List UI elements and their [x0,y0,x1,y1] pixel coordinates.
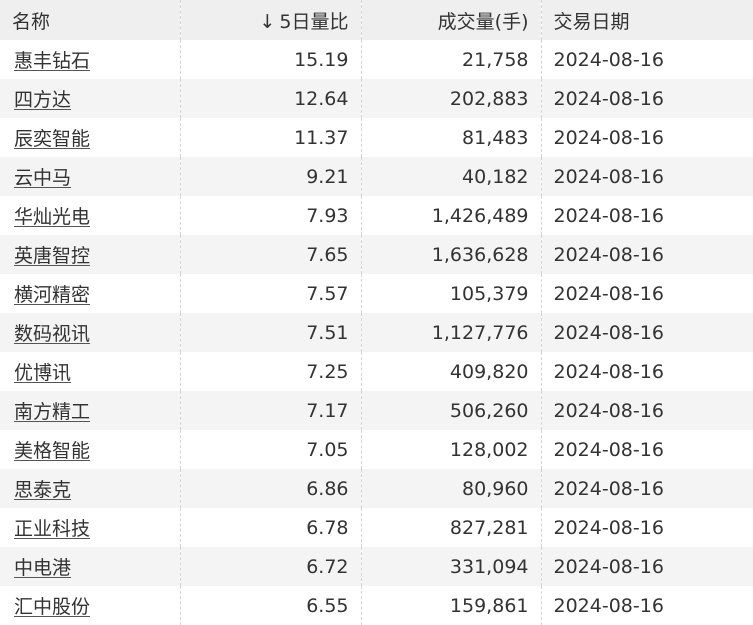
stock-name-link[interactable]: 横河精密 [14,284,90,306]
date-cell: 2024-08-16 [553,438,664,461]
volume-cell: 21,758 [361,40,542,79]
volume-ratio-cell: 7.05 [180,430,362,469]
table-row: 南方精工 7.17 506,260 2024-08-16 [0,391,753,430]
stock-name-link[interactable]: 四方达 [14,89,71,111]
volume-ratio-cell: 6.86 [180,469,362,508]
table-row: 横河精密 7.57 105,379 2024-08-16 [0,274,753,313]
table-row: 汇中股份 6.55 159,861 2024-08-16 [0,586,753,625]
stock-name-link[interactable]: 云中马 [14,167,71,189]
volume-ratio-cell: 6.72 [180,547,362,586]
volume-cell: 827,281 [361,508,542,547]
table-header: 名称 ↓ 5日量比 成交量(手) 交易日期 [0,0,753,40]
stock-name-link[interactable]: 美格智能 [14,440,90,462]
volume-ratio-cell: 6.78 [180,508,362,547]
stock-name-link[interactable]: 正业科技 [14,518,90,540]
date-cell: 2024-08-16 [553,399,664,422]
volume-cell: 80,960 [361,469,542,508]
volume-cell: 202,883 [361,79,542,118]
volume-cell: 1,426,489 [361,196,542,235]
table-row: 美格智能 7.05 128,002 2024-08-16 [0,430,753,469]
volume-ratio-cell: 7.51 [180,313,362,352]
volume-cell: 159,861 [361,586,542,625]
volume-ratio-cell: 12.64 [180,79,362,118]
date-cell: 2024-08-16 [553,204,664,227]
volume-cell: 409,820 [361,352,542,391]
stock-name-link[interactable]: 优博讯 [14,362,71,384]
stock-name-link[interactable]: 华灿光电 [14,206,90,228]
date-cell: 2024-08-16 [553,477,664,500]
table-row: 优博讯 7.25 409,820 2024-08-16 [0,352,753,391]
header-volume[interactable]: 成交量(手) [361,0,542,40]
stock-name-link[interactable]: 思泰克 [14,479,71,501]
volume-cell: 331,094 [361,547,542,586]
date-cell: 2024-08-16 [553,594,664,617]
volume-cell: 506,260 [361,391,542,430]
table-row: 思泰克 6.86 80,960 2024-08-16 [0,469,753,508]
volume-ratio-cell: 7.57 [180,274,362,313]
table-row: 辰奕智能 11.37 81,483 2024-08-16 [0,118,753,157]
date-cell: 2024-08-16 [553,516,664,539]
table-body: 惠丰钻石 15.19 21,758 2024-08-16 四方达 12.64 2… [0,40,753,625]
volume-cell: 105,379 [361,274,542,313]
volume-cell: 1,127,776 [361,313,542,352]
stock-name-link[interactable]: 英唐智控 [14,245,90,267]
volume-ratio-cell: 7.25 [180,352,362,391]
volume-ratio-cell: 7.65 [180,235,362,274]
table-row: 四方达 12.64 202,883 2024-08-16 [0,79,753,118]
stock-name-link[interactable]: 惠丰钻石 [14,50,90,72]
table-row: 中电港 6.72 331,094 2024-08-16 [0,547,753,586]
date-cell: 2024-08-16 [553,165,664,188]
header-name[interactable]: 名称 [0,0,181,40]
volume-ratio-cell: 7.17 [180,391,362,430]
volume-cell: 40,182 [361,157,542,196]
stock-name-link[interactable]: 汇中股份 [14,596,90,618]
date-cell: 2024-08-16 [553,243,664,266]
table-row: 英唐智控 7.65 1,636,628 2024-08-16 [0,235,753,274]
header-row: 名称 ↓ 5日量比 成交量(手) 交易日期 [0,0,753,40]
volume-ratio-cell: 9.21 [180,157,362,196]
stock-name-link[interactable]: 南方精工 [14,401,90,423]
stock-name-link[interactable]: 数码视讯 [14,323,90,345]
volume-ratio-cell: 11.37 [180,118,362,157]
table-row: 云中马 9.21 40,182 2024-08-16 [0,157,753,196]
volume-cell: 128,002 [361,430,542,469]
date-cell: 2024-08-16 [553,321,664,344]
stock-name-link[interactable]: 中电港 [14,557,71,579]
date-cell: 2024-08-16 [553,126,664,149]
date-cell: 2024-08-16 [553,48,664,71]
stock-name-link[interactable]: 辰奕智能 [14,128,90,150]
table-row: 数码视讯 7.51 1,127,776 2024-08-16 [0,313,753,352]
date-cell: 2024-08-16 [553,555,664,578]
header-volume-ratio[interactable]: ↓ 5日量比 [180,0,362,40]
date-cell: 2024-08-16 [553,87,664,110]
date-cell: 2024-08-16 [553,282,664,305]
table-row: 华灿光电 7.93 1,426,489 2024-08-16 [0,196,753,235]
volume-cell: 1,636,628 [361,235,542,274]
header-volume-ratio-label: 5日量比 [279,10,349,33]
date-cell: 2024-08-16 [553,360,664,383]
header-date[interactable]: 交易日期 [541,0,753,40]
stock-table: 名称 ↓ 5日量比 成交量(手) 交易日期 惠丰钻石 15.19 21,758 2… [0,0,753,625]
volume-cell: 81,483 [361,118,542,157]
table-row: 惠丰钻石 15.19 21,758 2024-08-16 [0,40,753,79]
sort-down-arrow-icon: ↓ [259,10,276,33]
volume-ratio-cell: 15.19 [180,40,362,79]
volume-ratio-cell: 7.93 [180,196,362,235]
volume-ratio-cell: 6.55 [180,586,362,625]
table-row: 正业科技 6.78 827,281 2024-08-16 [0,508,753,547]
